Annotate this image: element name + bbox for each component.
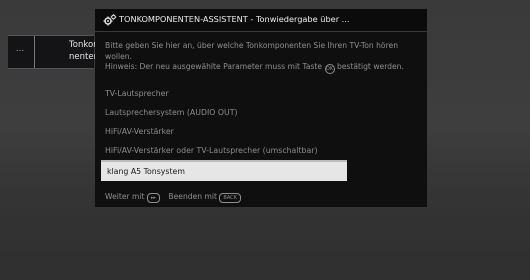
gear-icon <box>103 14 117 26</box>
hint-text: Hinweis: Der neu ausgewählte Parameter m… <box>105 62 423 74</box>
next-label: Weiter mit <box>105 192 145 201</box>
forward-key-icon[interactable]: ▸▸ <box>146 193 160 203</box>
hint-after: bestätigt werden. <box>336 62 404 71</box>
option-list: TV-Lautsprecher Lautsprechersystem (AUDI… <box>101 84 347 181</box>
dialog-message: Bitte geben Sie hier an, über welche Ton… <box>105 41 423 74</box>
option-hifi-av-verstaerker[interactable]: HiFi/AV-Verstärker <box>105 122 345 141</box>
dialog-title-bar: TONKOMPONENTEN-ASSISTENT - Tonwiedergabe… <box>95 9 427 32</box>
exit-label: Beenden mit <box>168 192 217 201</box>
option-hifi-av-oder-tv[interactable]: HiFi/AV-Verstärker oder TV-Lautsprecher … <box>105 141 345 160</box>
option-lautsprechersystem[interactable]: Lautsprechersystem (AUDIO OUT) <box>105 103 345 122</box>
menu-item-tonkomponenten[interactable]: Tonkompo- nenten <box>34 36 115 68</box>
menu-ellipsis[interactable]: ... <box>10 44 30 54</box>
hint-before: Hinweis: Der neu ausgewählte Parameter m… <box>105 62 323 71</box>
back-key-icon[interactable]: BACK <box>219 193 241 203</box>
ok-key-icon: OK <box>324 64 335 74</box>
option-tv-lautsprecher[interactable]: TV-Lautsprecher <box>105 84 345 103</box>
message-line-1: Bitte geben Sie hier an, über welche Ton… <box>105 41 399 50</box>
dialog-title: TONKOMPONENTEN-ASSISTENT - Tonwiedergabe… <box>119 14 350 24</box>
option-klang-a5-tonsystem[interactable]: klang A5 Tonsystem <box>101 160 347 181</box>
message-line-2: wollen. <box>105 51 132 61</box>
settings-menu-panel: ... Tonkompo- nenten <box>8 35 115 69</box>
dialog-footer: Weiter mit ▸▸ Beenden mit BACK <box>105 192 247 203</box>
assistant-dialog: TONKOMPONENTEN-ASSISTENT - Tonwiedergabe… <box>95 9 427 207</box>
